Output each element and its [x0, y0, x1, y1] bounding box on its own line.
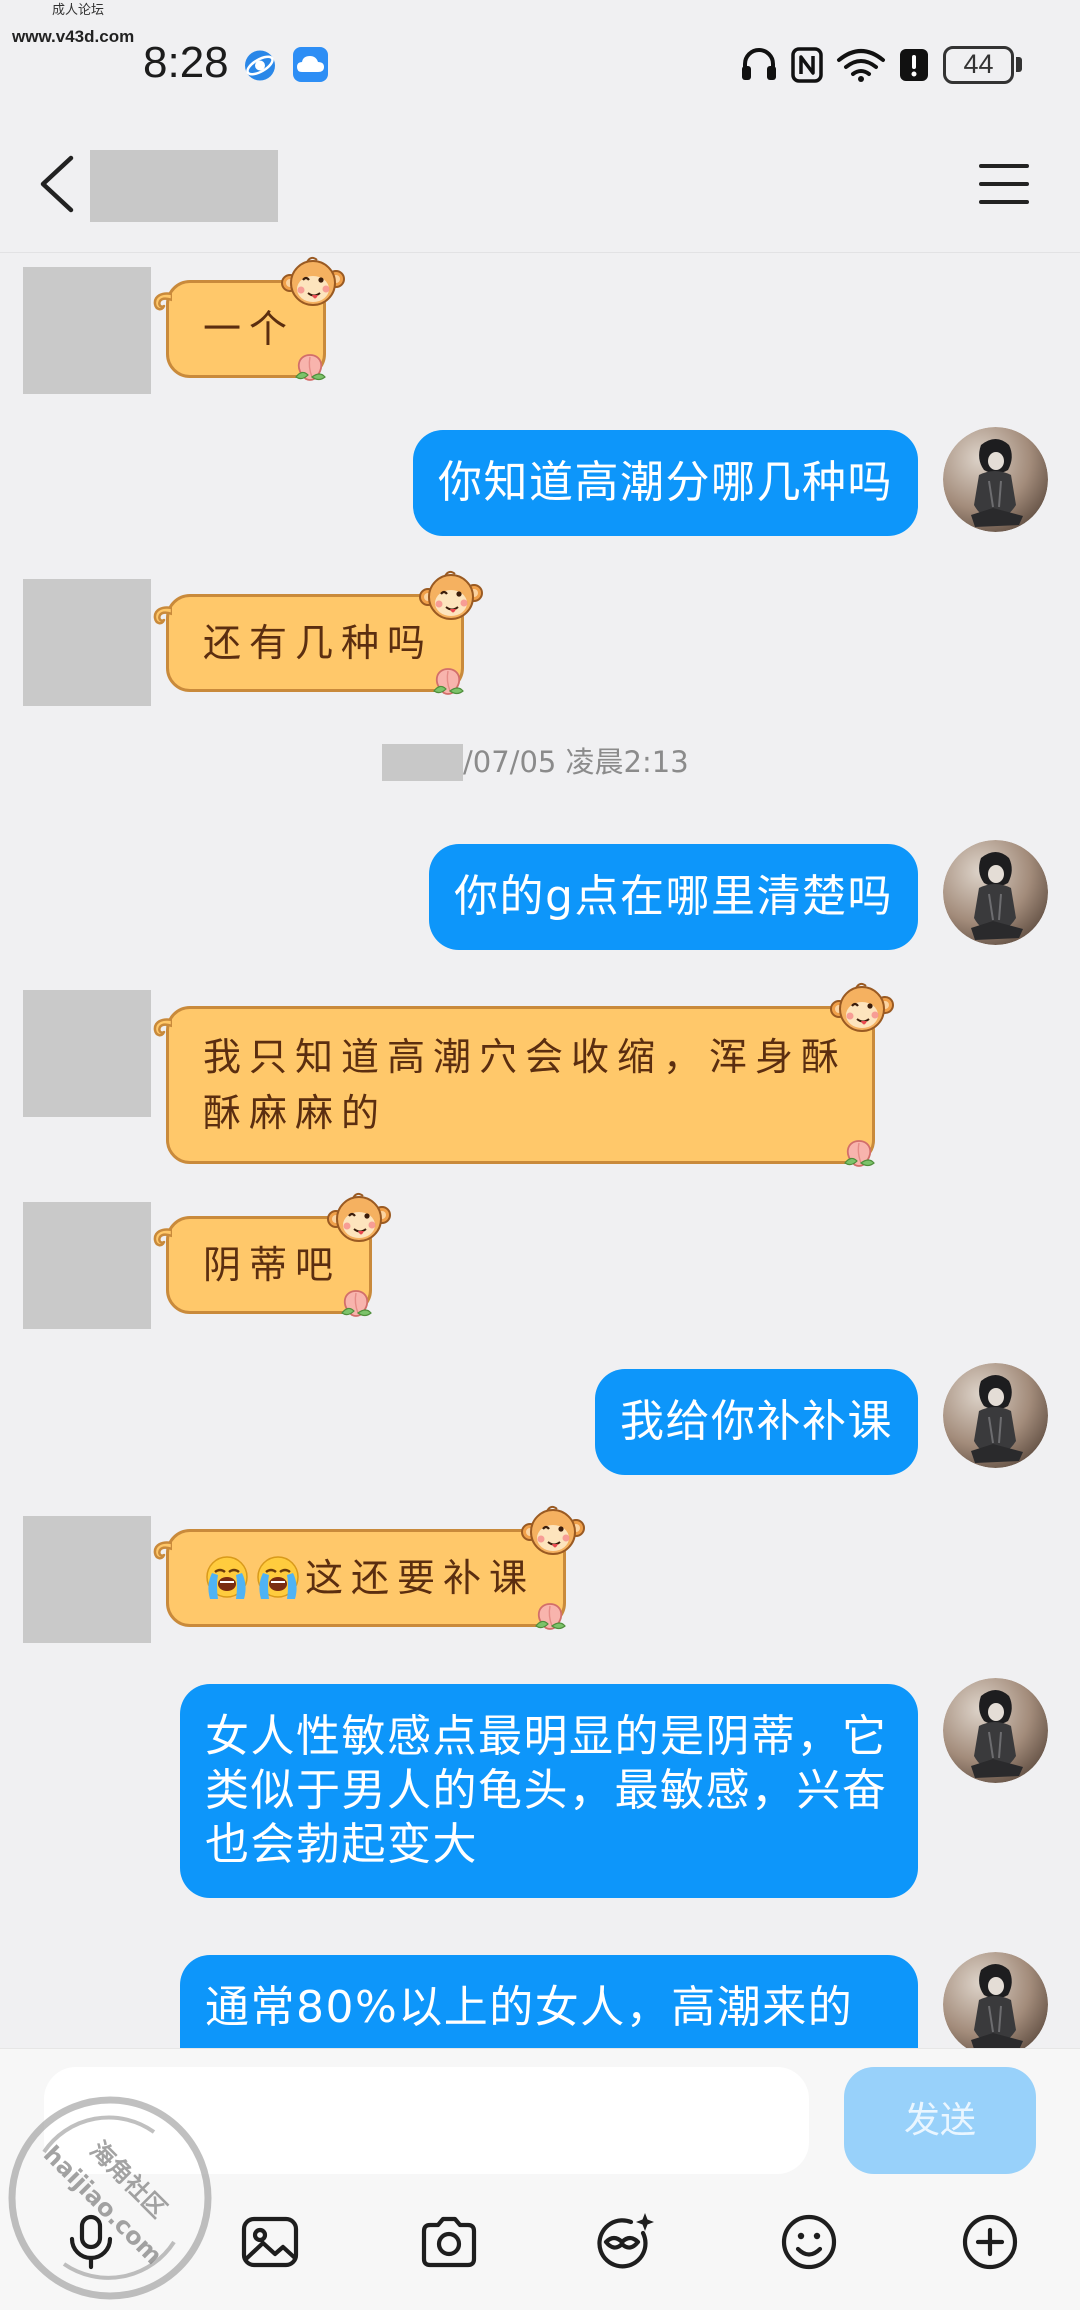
- my-avatar[interactable]: [943, 1363, 1048, 1468]
- status-time: 8:28: [143, 38, 229, 87]
- loudly-crying-face-icon: [203, 1553, 251, 1601]
- incoming-message-bubble[interactable]: 还有几种吗: [166, 594, 464, 692]
- contact-avatar[interactable]: [23, 990, 151, 1117]
- contact-avatar[interactable]: [23, 579, 151, 706]
- menu-icon[interactable]: [978, 162, 1030, 206]
- incoming-message-bubble[interactable]: 我只知道高潮穴会收缩，浑身酥酥麻麻的: [166, 1006, 875, 1164]
- message-text: 这还要补课: [305, 1556, 536, 1600]
- chevron-left-icon[interactable]: [36, 152, 76, 216]
- alert-icon: [900, 49, 928, 81]
- incoming-message-bubble[interactable]: 这还要补课: [166, 1529, 566, 1627]
- message-text: 我只知道高潮穴会收缩，浑身酥酥麻麻的: [203, 1035, 848, 1135]
- my-avatar[interactable]: [943, 1678, 1048, 1783]
- bubble-tail: [152, 290, 172, 318]
- haijiao-watermark: 海角社区 haijiao.com: [8, 2096, 212, 2300]
- message-text: 你的g点在哪里清楚吗: [454, 871, 893, 922]
- nfc-icon: [791, 47, 823, 83]
- my-avatar[interactable]: [943, 840, 1048, 945]
- bubble-tail: [152, 1226, 172, 1254]
- outgoing-message-bubble[interactable]: 你的g点在哪里清楚吗: [429, 844, 918, 950]
- peach-decoration-icon: [841, 1133, 877, 1169]
- message-text: 我给你补补课: [620, 1396, 893, 1447]
- monkey-decoration-icon: [327, 1189, 391, 1251]
- peach-decoration-icon: [430, 661, 466, 697]
- incoming-message-bubble[interactable]: 一个: [166, 280, 326, 378]
- bubble-tail: [152, 1016, 172, 1044]
- emoji-icon[interactable]: [776, 2209, 842, 2275]
- monkey-decoration-icon: [521, 1502, 585, 1564]
- contact-avatar[interactable]: [23, 1516, 151, 1643]
- my-avatar[interactable]: [943, 1952, 1048, 2057]
- battery-icon: 44: [943, 46, 1014, 84]
- message-text: 通常80%以上的女人，高潮来的: [205, 1982, 854, 2033]
- sticker-icon[interactable]: [593, 2209, 659, 2275]
- plus-icon[interactable]: [957, 2209, 1023, 2275]
- timestamp: /07/05 凌晨2:13: [463, 745, 689, 779]
- monkey-decoration-icon: [830, 979, 894, 1041]
- message-text: 你知道高潮分哪几种吗: [438, 457, 893, 508]
- peach-decoration-icon: [532, 1596, 568, 1632]
- bubble-tail: [152, 604, 172, 632]
- loudly-crying-face-icon: [254, 1553, 302, 1601]
- peach-decoration-icon: [292, 347, 328, 383]
- message-text: 女人性敏感点最明显的是阴蒂，它类似于男人的龟头，最敏感，兴奋也会勃起变大: [205, 1711, 888, 1870]
- header-divider: [0, 252, 1080, 253]
- monkey-decoration-icon: [281, 253, 345, 315]
- bubble-tail: [152, 1539, 172, 1567]
- timestamp-redacted: [382, 744, 463, 781]
- headphones-icon: [742, 48, 776, 80]
- message-text: 还有几种吗: [203, 621, 434, 665]
- site-watermark-title: 成人论坛: [52, 3, 105, 18]
- site-watermark-url: www.v43d.com: [12, 27, 135, 46]
- outgoing-message-bubble[interactable]: 我给你补补课: [595, 1369, 918, 1475]
- monkey-decoration-icon: [419, 567, 483, 629]
- outgoing-message-bubble[interactable]: 女人性敏感点最明显的是阴蒂，它类似于男人的龟头，最敏感，兴奋也会勃起变大: [180, 1684, 918, 1898]
- outgoing-message-bubble[interactable]: 你知道高潮分哪几种吗: [413, 430, 918, 536]
- message-text: 阴蒂吧: [203, 1243, 342, 1287]
- contact-avatar[interactable]: [23, 267, 151, 394]
- browser-app-icon: [245, 50, 275, 81]
- send-button[interactable]: 发送: [844, 2067, 1036, 2174]
- contact-name-redacted[interactable]: [90, 150, 278, 222]
- battery-nub: [1016, 57, 1022, 72]
- cloud-app-icon: [293, 47, 328, 82]
- incoming-message-bubble[interactable]: 阴蒂吧: [166, 1216, 372, 1314]
- my-avatar[interactable]: [943, 427, 1048, 532]
- wifi-icon: [837, 49, 885, 82]
- peach-decoration-icon: [338, 1283, 374, 1319]
- contact-avatar[interactable]: [23, 1202, 151, 1329]
- camera-icon[interactable]: [416, 2209, 482, 2275]
- image-icon[interactable]: [237, 2209, 303, 2275]
